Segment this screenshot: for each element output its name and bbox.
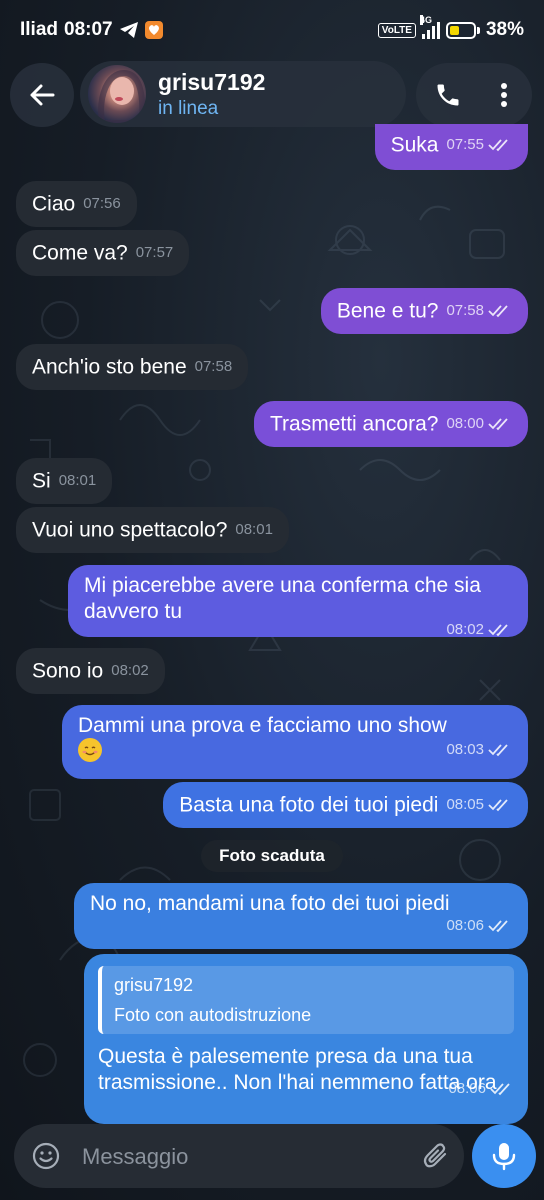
double-check-icon (488, 624, 508, 637)
message-text: Ciao (32, 192, 76, 216)
system-notice: Foto scaduta (201, 840, 343, 872)
double-check-icon (488, 305, 508, 318)
message-time: 08:02 (446, 621, 484, 638)
double-check-icon (490, 1083, 510, 1096)
message-incoming[interactable]: Sono io 08:02 (16, 648, 165, 694)
message-time: 07:57 (135, 244, 174, 262)
message-text: Come va? (32, 241, 128, 265)
message-time: 07:55 (446, 136, 484, 154)
message-outgoing-reply[interactable]: grisu7192 Foto con autodistruzione Quest… (84, 954, 528, 1124)
message-time: 07:58 (446, 302, 484, 320)
double-check-icon (488, 139, 508, 152)
message-incoming[interactable]: Vuoi uno spettacolo? 08:01 (16, 507, 289, 553)
call-button[interactable] (430, 77, 466, 113)
reply-quote[interactable]: grisu7192 Foto con autodistruzione (98, 966, 514, 1034)
message-outgoing[interactable]: Basta una foto dei tuoi piedi 08:05 (163, 782, 528, 828)
double-check-icon (488, 920, 508, 933)
contact-name: grisu7192 (158, 69, 266, 95)
battery-tip (476, 26, 480, 34)
message-outgoing[interactable]: Suka 07:55 (374, 124, 528, 170)
message-outgoing[interactable]: No no, mandami una foto dei tuoi piedi 0… (74, 883, 528, 949)
reply-quote-text: Foto con autodistruzione (114, 1005, 312, 1025)
double-check-icon (488, 418, 508, 431)
contact-header[interactable]: grisu7192 in linea (80, 61, 406, 127)
message-input[interactable] (80, 1124, 404, 1190)
message-incoming[interactable]: Come va? 07:57 (16, 230, 190, 276)
message-outgoing[interactable]: Bene e tu? 07:58 (320, 288, 528, 334)
more-options-button[interactable] (486, 77, 522, 113)
clock: 08:07 (64, 19, 113, 40)
reply-quote-name: grisu7192 (114, 975, 194, 995)
telegram-icon (119, 22, 138, 38)
smiling-face-emoji (78, 738, 102, 763)
message-body: Dammi una prova e facciamo uno show (78, 713, 512, 739)
message-time: 08:00 (446, 415, 484, 433)
smiley-icon (32, 1142, 60, 1170)
message-time: 08:01 (235, 521, 273, 539)
emoji-button[interactable] (28, 1138, 64, 1174)
message-outgoing[interactable]: Trasmetti ancora? 08:00 (254, 401, 528, 447)
message-text: Dammi una prova e facciamo uno show (78, 714, 447, 737)
status-bar: Iliad 08:07 VoLTE 4G 38% (0, 0, 544, 62)
message-incoming[interactable]: Si 08:01 (16, 458, 113, 504)
message-composer (14, 1124, 464, 1190)
message-time: 07:56 (83, 195, 121, 213)
voice-record-button[interactable] (472, 1124, 536, 1188)
phone-icon (437, 84, 459, 106)
status-left: Iliad 08:07 (20, 19, 163, 41)
message-outgoing[interactable]: Mi piacerebbe avere una conferma che sia… (68, 565, 528, 638)
message-meta-right: 08:03 (438, 737, 512, 763)
message-text: Basta una foto dei tuoi piedi (179, 793, 439, 817)
message-text: Suka (390, 133, 439, 157)
message-text: Trasmetti ancora? (270, 412, 439, 436)
message-text: Vuoi uno spettacolo? (32, 518, 228, 542)
microphone-icon (492, 1143, 516, 1171)
volte-badge: VoLTE (377, 22, 416, 38)
message-time: 08:03 (446, 741, 484, 759)
message-outgoing[interactable]: Dammi una prova e facciamo uno show 08:0… (62, 705, 528, 779)
message-incoming[interactable]: Anch'io sto bene 07:58 (16, 344, 249, 390)
carrier-label: Iliad (20, 19, 59, 40)
attach-button[interactable] (418, 1138, 454, 1174)
header-actions (416, 63, 532, 127)
battery-fill (449, 25, 459, 35)
status-right: VoLTE 4G 38% (377, 15, 524, 41)
battery-icon (445, 21, 476, 39)
signal-icon: 4G (419, 15, 440, 39)
message-time: 08:01 (58, 472, 97, 490)
network-type: 4G (419, 15, 432, 25)
message-text: Anch'io sto bene (32, 355, 187, 379)
message-meta: 08:03 (78, 737, 512, 763)
battery-percent: 38% (485, 19, 524, 40)
avatar[interactable] (88, 65, 146, 123)
more-vertical-icon (501, 83, 507, 107)
notification-app-icon (144, 21, 163, 39)
back-button[interactable] (10, 63, 74, 127)
double-check-icon (488, 799, 508, 812)
message-time: 08:02 (111, 662, 149, 680)
message-text: Sono io (32, 659, 104, 683)
message-text: Si (32, 469, 51, 493)
double-check-icon (488, 744, 508, 757)
contact-status: in linea (158, 98, 219, 119)
message-time: 08:05 (446, 796, 484, 814)
message-time: 08:06 (446, 917, 484, 934)
paperclip-icon (423, 1143, 447, 1168)
message-text: Questa è palesemente presa da una tua tr… (98, 1045, 497, 1094)
arrow-left-icon (30, 84, 55, 106)
message-time: 07:58 (194, 358, 233, 376)
message-time: 08:06 (448, 1080, 486, 1097)
message-incoming[interactable]: Ciao 07:56 (16, 181, 137, 227)
message-text: Bene e tu? (336, 299, 439, 323)
